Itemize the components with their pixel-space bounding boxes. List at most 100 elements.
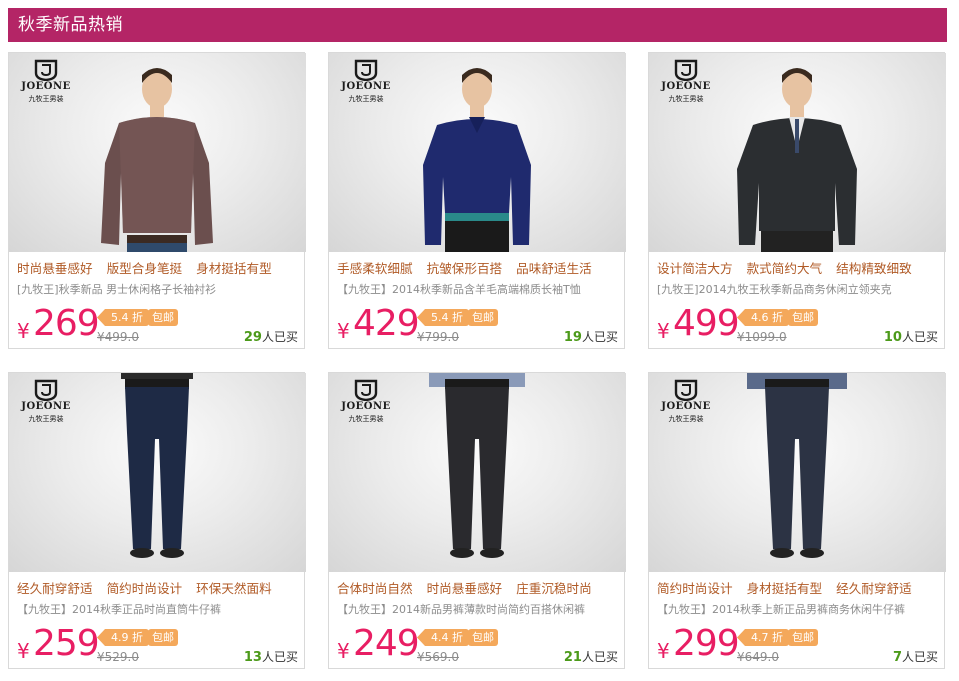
brand-mark-icon	[674, 379, 698, 401]
sold-label: 人已买	[261, 650, 298, 664]
brand-mark-icon	[354, 59, 378, 81]
sold-count: 13人已买	[244, 648, 298, 665]
brand-tagline: 九牧王男装	[668, 95, 704, 103]
product-title-link[interactable]: 【九牧王】2014秋季正品时尚直筒牛仔裤	[17, 601, 302, 617]
feature-list: 时尚悬垂感好 版型合身笔挺 身材挺括有型	[17, 258, 302, 280]
product-card[interactable]: JOEONE 九牧王男装 手感柔软细腻 抗皱保形百搭 品味舒适生活 【九牧王】201…	[328, 52, 626, 349]
sale-price: 269	[33, 303, 100, 344]
free-shipping-badge: 包邮	[788, 309, 818, 326]
brand-mark-icon	[34, 379, 58, 401]
currency-symbol: ¥	[337, 639, 350, 663]
free-shipping-badge: 包邮	[468, 309, 498, 326]
sold-number: 13	[243, 650, 262, 665]
section-banner: 秋季新品热销	[8, 8, 947, 42]
sale-price: 259	[33, 623, 100, 664]
feature-item: 手感柔软细腻	[337, 261, 413, 276]
product-card[interactable]: JOEONE 九牧王男装 经久耐穿舒适 简约时尚设计 环保天然面料 【九牧王】201…	[8, 372, 306, 669]
brand-tagline: 九牧王男装	[668, 415, 704, 423]
feature-item: 抗皱保形百搭	[426, 261, 503, 276]
feature-list: 设计简洁大方 款式简约大气 结构精致细致	[657, 258, 942, 280]
product-title-link[interactable]: 【九牧王】2014秋季上新正品男裤商务休闲牛仔裤	[657, 601, 942, 617]
feature-item: 简约时尚设计	[657, 581, 733, 596]
product-card[interactable]: JOEONE 九牧王男装 简约时尚设计 身材挺括有型 经久耐穿舒适 【九牧王】201…	[648, 372, 946, 669]
original-price: ¥799.0	[417, 330, 459, 344]
free-shipping-badge: 包邮	[148, 309, 178, 326]
sold-count: 21人已买	[564, 648, 618, 665]
sale-price: 299	[673, 623, 740, 664]
product-photo[interactable]: JOEONE 九牧王男装	[329, 53, 626, 252]
sold-number: 7	[892, 650, 902, 665]
product-photo[interactable]: JOEONE 九牧王男装	[649, 53, 946, 252]
discount-badge: 4.6 折	[737, 309, 789, 326]
currency-symbol: ¥	[17, 319, 30, 343]
product-photo[interactable]: JOEONE 九牧王男装	[9, 373, 306, 572]
feature-item: 时尚悬垂感好	[17, 261, 93, 276]
price-row: ¥ 499 4.6 折 包邮 ¥1099.0 10人已买	[649, 299, 946, 347]
product-title-link[interactable]: [九牧王]2014九牧王秋季新品商务休闲立领夹克	[657, 281, 942, 297]
feature-item: 版型合身笔挺	[106, 261, 183, 276]
brand-logo: JOEONE 九牧王男装	[15, 59, 77, 105]
feature-list: 手感柔软细腻 抗皱保形百搭 品味舒适生活	[337, 258, 622, 280]
brand-logo: JOEONE 九牧王男装	[655, 379, 717, 425]
currency-symbol: ¥	[657, 639, 670, 663]
sold-number: 10	[883, 330, 902, 345]
product-card[interactable]: JOEONE 九牧王男装 时尚悬垂感好 版型合身笔挺 身材挺括有型 [九牧王]秋季新…	[8, 52, 306, 349]
sold-number: 19	[563, 330, 582, 345]
discount-badge: 5.4 折	[97, 309, 149, 326]
original-price: ¥649.0	[737, 650, 779, 664]
brand-name: JOEONE	[661, 401, 711, 412]
sold-label: 人已买	[581, 330, 618, 344]
sold-label: 人已买	[261, 330, 298, 344]
brand-logo: JOEONE 九牧王男装	[15, 379, 77, 425]
brand-logo: JOEONE 九牧王男装	[335, 59, 397, 105]
sold-count: 29人已买	[244, 328, 298, 345]
product-photo[interactable]: JOEONE 九牧王男装	[649, 373, 946, 572]
free-shipping-badge: 包邮	[148, 629, 178, 646]
product-card[interactable]: JOEONE 九牧王男装 合体时尚自然 时尚悬垂感好 庄重沉稳时尚 【九牧王】201…	[328, 372, 626, 669]
free-shipping-badge: 包邮	[788, 629, 818, 646]
sale-price: 249	[353, 623, 420, 664]
discount-badge: 5.4 折	[417, 309, 469, 326]
brand-tagline: 九牧王男装	[348, 95, 384, 103]
original-price: ¥499.0	[97, 330, 139, 344]
product-title-link[interactable]: 【九牧王】2014秋季新品含羊毛高端棉质长袖T恤	[337, 281, 622, 297]
discount-badge: 4.4 折	[417, 629, 469, 646]
feature-list: 简约时尚设计 身材挺括有型 经久耐穿舒适	[657, 578, 942, 600]
product-photo[interactable]: JOEONE 九牧王男装	[9, 53, 306, 252]
brand-tagline: 九牧王男装	[348, 415, 384, 423]
brand-tagline: 九牧王男装	[28, 415, 64, 423]
brand-name: JOEONE	[341, 81, 391, 92]
product-photo[interactable]: JOEONE 九牧王男装	[329, 373, 626, 572]
feature-item: 款式简约大气	[746, 261, 823, 276]
section-title: 秋季新品热销	[18, 15, 123, 35]
feature-item: 品味舒适生活	[516, 261, 592, 276]
brand-name: JOEONE	[341, 401, 391, 412]
price-row: ¥ 429 5.4 折 包邮 ¥799.0 19人已买	[329, 299, 626, 347]
product-title-link[interactable]: 【九牧王】2014新品男裤薄款时尚简约百搭休闲裤	[337, 601, 622, 617]
feature-item: 时尚悬垂感好	[426, 581, 503, 596]
discount-badge: 4.9 折	[97, 629, 149, 646]
feature-item: 设计简洁大方	[657, 261, 733, 276]
brand-logo: JOEONE 九牧王男装	[335, 379, 397, 425]
brand-mark-icon	[34, 59, 58, 81]
original-price: ¥569.0	[417, 650, 459, 664]
sold-count: 7人已买	[893, 648, 938, 665]
feature-item: 环保天然面料	[196, 581, 272, 596]
feature-item: 经久耐穿舒适	[17, 581, 93, 596]
sold-count: 10人已买	[884, 328, 938, 345]
sold-label: 人已买	[901, 330, 938, 344]
product-card[interactable]: JOEONE 九牧王男装 设计简洁大方 款式简约大气 结构精致细致 [九牧王]201…	[648, 52, 946, 349]
currency-symbol: ¥	[337, 319, 350, 343]
feature-item: 庄重沉稳时尚	[516, 581, 592, 596]
feature-item: 结构精致细致	[836, 261, 912, 276]
feature-item: 身材挺括有型	[196, 261, 272, 276]
product-title-link[interactable]: [九牧王]秋季新品 男士休闲格子长袖衬衫	[17, 281, 302, 297]
price-row: ¥ 299 4.7 折 包邮 ¥649.0 7人已买	[649, 619, 946, 667]
sale-price: 499	[673, 303, 740, 344]
sold-number: 29	[243, 330, 262, 345]
price-row: ¥ 269 5.4 折 包邮 ¥499.0 29人已买	[9, 299, 306, 347]
sold-label: 人已买	[581, 650, 618, 664]
brand-mark-icon	[674, 59, 698, 81]
brand-logo: JOEONE 九牧王男装	[655, 59, 717, 105]
brand-name: JOEONE	[21, 401, 71, 412]
